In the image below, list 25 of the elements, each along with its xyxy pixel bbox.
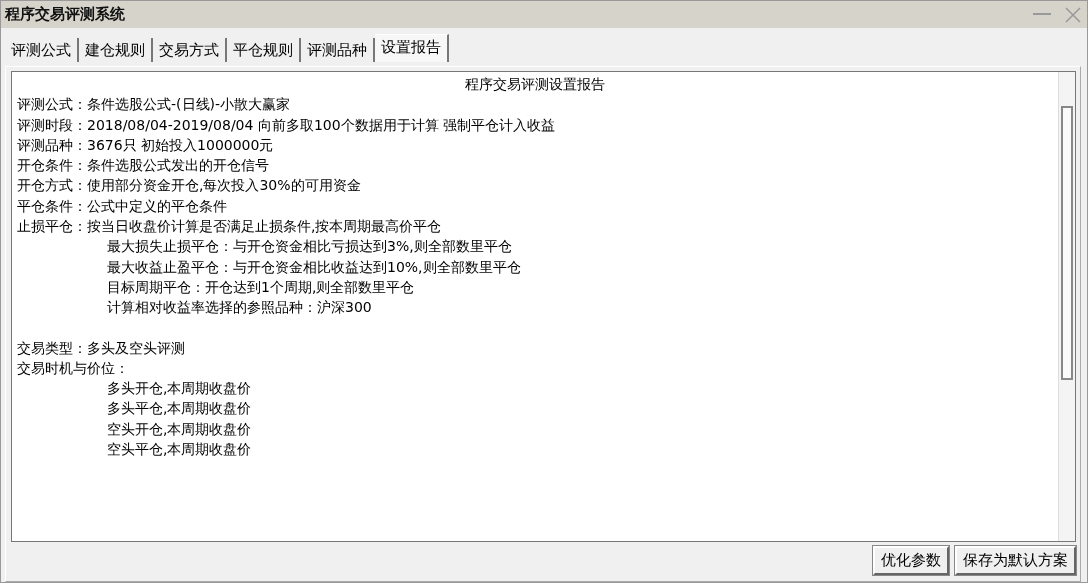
report-line: 多头开仓,本周期收盘价 <box>106 379 253 399</box>
report-line: 评测品种：3676只 初始投入1000000元 <box>17 135 275 155</box>
report-line: 目标周期平仓：开仓达到1个周期,则全部数里平仓 <box>106 277 416 297</box>
report-line: 开仓方式：使用部分资金开仓,每次投入30%的可用资金 <box>17 176 362 196</box>
tab[interactable]: 设置报告 <box>375 34 449 62</box>
scrollbar-thumb[interactable] <box>1061 106 1073 380</box>
scrollbar[interactable] <box>1058 72 1075 541</box>
report-line: 空头平仓,本周期收盘价 <box>106 440 253 460</box>
report-line: 计算相对收益率选择的参照品种：沪深300 <box>106 298 373 318</box>
report-line: 止损平仓：按当日收盘价计算是否满足止损条件,按本周期最高价平仓 <box>17 217 443 237</box>
dialog-button[interactable]: 优化参数 <box>873 546 949 575</box>
report-line: 交易类型：多头及空头评测 <box>17 338 186 358</box>
report-line: 多头平仓,本周期收盘价 <box>106 399 253 419</box>
report-title: 程序交易评测设置报告 <box>464 75 606 94</box>
window-title: 程序交易评测系统 <box>5 5 125 24</box>
dialog-button[interactable]: 保存为默认方案 <box>955 546 1076 575</box>
report-line: 最大收益止盈平仓：与开仓资金相比收益达到10%,则全部数里平仓 <box>106 257 522 277</box>
close-icon[interactable] <box>1065 6 1081 23</box>
report-line: 评测公式：条件选股公式-(日线)-小散大赢家 <box>17 95 292 115</box>
report-line: 评测时段：2018/08/04-2019/08/04 向前多取100个数据用于计算 强制平仓计入收益 <box>17 115 557 135</box>
report-line: 空头开仓,本周期收盘价 <box>106 419 253 439</box>
report-line: 交易时机与价位： <box>17 358 130 378</box>
report-line: 开仓条件：条件选股公式发出的开仓信号 <box>17 156 270 176</box>
report-line: 平仓条件：公式中定义的平仓条件 <box>17 196 228 216</box>
report-line: 最大损失止损平仓：与开仓资金相比亏损达到3%,则全部数里平仓 <box>106 237 513 257</box>
